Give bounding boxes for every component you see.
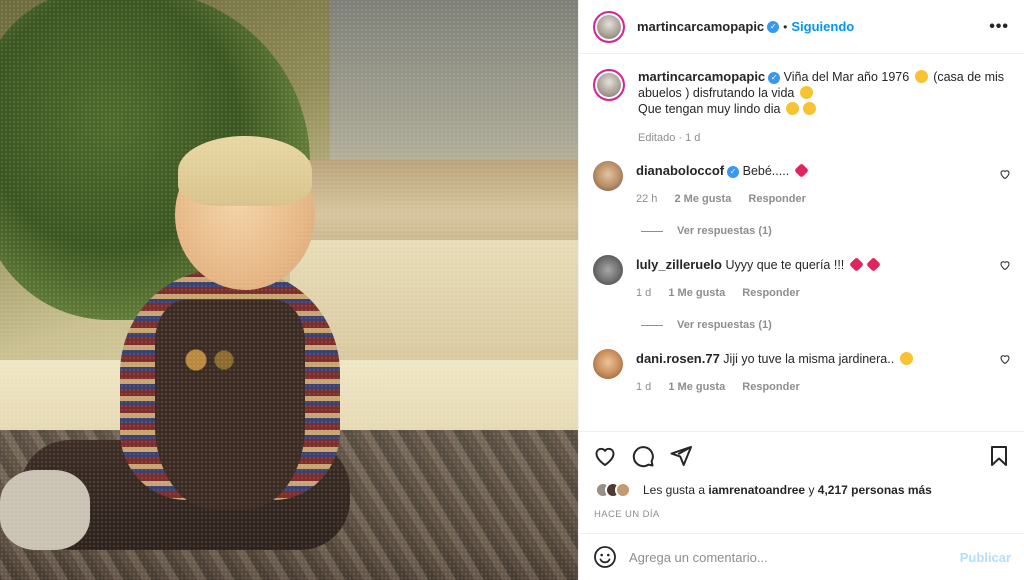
- post-action-bar: Les gusta a iamrenatoandree y 4,217 pers…: [579, 431, 1024, 541]
- photo-texture: [0, 0, 578, 580]
- post-side-panel: martincarcamopapic ✓ • Siguiendo ••• mar…: [578, 0, 1024, 580]
- comment-body: dani.rosen.77 Jiji yo tuve la misma jard…: [636, 349, 986, 395]
- hug-emoji-icon: [802, 102, 816, 115]
- likes-summary: Les gusta a iamrenatoandree y 4,217 pers…: [595, 482, 932, 498]
- comment-reply-button[interactable]: Responder: [742, 381, 799, 393]
- comment-like-icon[interactable]: [999, 353, 1011, 365]
- likes-prefix: Les gusta a: [643, 483, 706, 497]
- more-icon[interactable]: •••: [989, 18, 1009, 36]
- comment-text: Bebé.....: [742, 164, 790, 178]
- comment-text: Uyyy que te quería !!!: [725, 258, 845, 272]
- comment-likes-link[interactable]: 1 Me gusta: [668, 381, 725, 393]
- emoji-icon[interactable]: [593, 545, 617, 569]
- red-heart-emoji-icon: [848, 257, 864, 272]
- comment-body: dianaboloccof ✓ Bebé..... 22 h 2 Me gusta…: [636, 161, 986, 207]
- liker-avatar: [615, 482, 631, 498]
- comment-avatar[interactable]: [593, 349, 623, 379]
- caption-author-username[interactable]: martincarcamopapic: [638, 69, 765, 84]
- post-photo[interactable]: [0, 0, 578, 580]
- tongue-emoji-icon: [799, 86, 813, 99]
- comment-username[interactable]: luly_zilleruelo: [636, 257, 722, 272]
- comment-likes-link[interactable]: 1 Me gusta: [668, 287, 725, 299]
- view-replies-button[interactable]: Ver respuestas (1): [579, 207, 1024, 237]
- comment-username[interactable]: dianaboloccof: [636, 163, 724, 178]
- comment-time: 1 d: [636, 287, 652, 299]
- instagram-post-modal: martincarcamopapic ✓ • Siguiendo ••• mar…: [0, 0, 1024, 580]
- verified-icon: ✓: [768, 71, 781, 84]
- comment-avatar[interactable]: [593, 255, 623, 285]
- comments-scroll-area[interactable]: martincarcamopapic ✓ Viña del Mar año 197…: [579, 55, 1024, 430]
- comment-text: Jiji yo tuve la misma jardinera..: [723, 352, 895, 366]
- view-replies-label: Ver respuestas (1): [677, 319, 772, 331]
- comment-time: 1 d: [636, 381, 652, 393]
- follow-status-button[interactable]: Siguiendo: [791, 19, 854, 34]
- replies-line: [641, 230, 663, 232]
- bookmark-icon[interactable]: [987, 444, 1011, 468]
- post-header: martincarcamopapic ✓ • Siguiendo •••: [579, 0, 1024, 54]
- caption-text-1: Viña del Mar año 1976: [783, 70, 910, 84]
- caption-body: martincarcamopapic ✓ Viña del Mar año 197…: [638, 69, 1011, 146]
- caption-author-avatar[interactable]: [593, 69, 625, 101]
- view-replies-label: Ver respuestas (1): [677, 225, 772, 237]
- author-username[interactable]: martincarcamopapic: [637, 19, 764, 34]
- comment-input[interactable]: [629, 549, 960, 565]
- separator-dot: •: [783, 19, 788, 34]
- publish-button[interactable]: Publicar: [960, 550, 1011, 565]
- comment-avatar[interactable]: [593, 161, 623, 191]
- comment-actions: 1 d 1 Me gusta Responder: [636, 379, 986, 395]
- comment-item: dani.rosen.77 Jiji yo tuve la misma jard…: [579, 331, 1024, 395]
- comment-item: luly_zilleruelo Uyyy que te quería !!! 1…: [579, 237, 1024, 301]
- verified-icon: ✓: [767, 20, 780, 33]
- comment-composer: Publicar: [579, 533, 1024, 580]
- post-timestamp[interactable]: HACE UN DÍA: [594, 509, 660, 520]
- caption-text-3: Que tengan muy lindo dia: [638, 102, 781, 116]
- heart-eyes-emoji-icon: [899, 352, 913, 365]
- red-heart-emoji-icon: [865, 257, 881, 272]
- like-icon[interactable]: [593, 444, 617, 468]
- verified-icon: ✓: [727, 165, 740, 178]
- comment-time: 22 h: [636, 193, 658, 205]
- comment-actions: 22 h 2 Me gusta Responder: [636, 191, 986, 207]
- red-heart-emoji-icon: [793, 163, 809, 178]
- share-icon[interactable]: [669, 444, 693, 468]
- likes-joiner: y: [808, 483, 815, 497]
- comment-like-icon[interactable]: [999, 259, 1011, 271]
- smile-emoji-icon: [914, 70, 928, 83]
- comment-like-icon[interactable]: [999, 168, 1011, 180]
- comment-item: dianaboloccof ✓ Bebé..... 22 h 2 Me gusta…: [579, 146, 1024, 207]
- comment-likes-link[interactable]: 2 Me gusta: [674, 193, 731, 205]
- liker-username[interactable]: iamrenatoandree: [708, 483, 805, 497]
- heart-eyes-emoji-icon: [785, 102, 799, 115]
- comment-reply-button[interactable]: Responder: [742, 287, 799, 299]
- caption-edited-meta: Editado · 1 d: [638, 132, 701, 144]
- action-icons: [593, 444, 693, 468]
- likes-text: Les gusta a iamrenatoandree y 4,217 pers…: [643, 483, 932, 497]
- comment-icon[interactable]: [631, 444, 655, 468]
- likes-count-link[interactable]: 4,217 personas más: [818, 483, 932, 497]
- view-replies-button[interactable]: Ver respuestas (1): [579, 301, 1024, 331]
- comment-body: luly_zilleruelo Uyyy que te quería !!! 1…: [636, 255, 986, 301]
- post-caption: martincarcamopapic ✓ Viña del Mar año 197…: [579, 55, 1024, 146]
- replies-line: [641, 324, 663, 326]
- comment-actions: 1 d 1 Me gusta Responder: [636, 285, 986, 301]
- comment-reply-button[interactable]: Responder: [748, 193, 805, 205]
- author-avatar[interactable]: [593, 10, 625, 43]
- comment-username[interactable]: dani.rosen.77: [636, 351, 720, 366]
